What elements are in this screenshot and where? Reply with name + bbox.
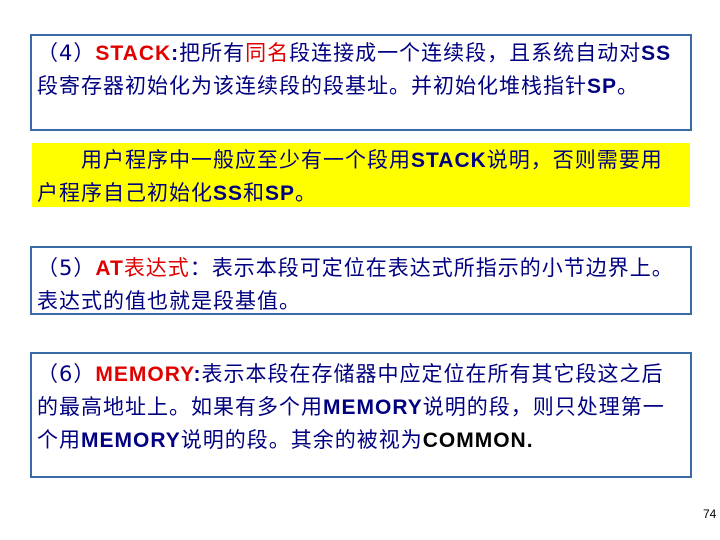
- at-expression-label: 表达式: [123, 256, 190, 280]
- memory-keyword-3: MEMORY: [81, 429, 181, 452]
- note-indent: [37, 148, 81, 172]
- stack-usage-note: 用户程序中一般应至少有一个段用STACK说明，否则需要用户程序自己初始化SS和S…: [32, 143, 690, 207]
- stack-text-b: 段连接成一个连续段，且系统自动对: [289, 41, 642, 65]
- stack-keyword: STACK: [95, 42, 172, 65]
- same-name-highlight: 同名: [245, 41, 290, 65]
- memory-colon: :: [193, 363, 202, 386]
- at-colon: ：: [189, 256, 212, 280]
- memory-description-box: （6）MEMORY:表示本段在存储器中应定位在所有其它段这之后的最高地址上。如果…: [30, 352, 692, 478]
- memory-text-c: 说明的段。其余的被视为: [180, 428, 423, 452]
- stack-colon: :: [171, 42, 180, 65]
- at-keyword: AT: [95, 257, 124, 280]
- stack-text-c: 段寄存器初始化为该连续段的段基址。并初始化堆栈指针: [37, 74, 587, 98]
- stack-description-box: （4）STACK:把所有同名段连接成一个连续段，且系统自动对SS 段寄存器初始化为…: [30, 34, 692, 131]
- note-end: 。: [295, 181, 318, 205]
- sp-register: SP: [587, 75, 618, 98]
- stack-text-end: 。: [617, 74, 640, 98]
- memory-keyword: MEMORY: [95, 363, 194, 386]
- item-number-4: （4）: [37, 41, 96, 65]
- item-number-5: （5）: [37, 256, 96, 280]
- ss-register: SS: [641, 42, 672, 65]
- note-ss-register: SS: [213, 182, 244, 205]
- page-number: 74: [703, 507, 717, 521]
- note-sp-register: SP: [265, 182, 296, 205]
- note-stack-keyword: STACK: [411, 149, 487, 172]
- item-number-6: （6）: [37, 362, 96, 386]
- stack-text-a: 把所有: [179, 41, 246, 65]
- at-expression-box: （5）AT表达式：表示本段可定位在表达式所指示的小节边界上。表达式的值也就是段基…: [30, 246, 692, 315]
- memory-keyword-2: MEMORY: [323, 396, 423, 419]
- common-keyword: COMMON.: [422, 429, 534, 452]
- note-and: 和: [243, 181, 266, 205]
- note-text-a: 用户程序中一般应至少有一个段用: [81, 148, 411, 172]
